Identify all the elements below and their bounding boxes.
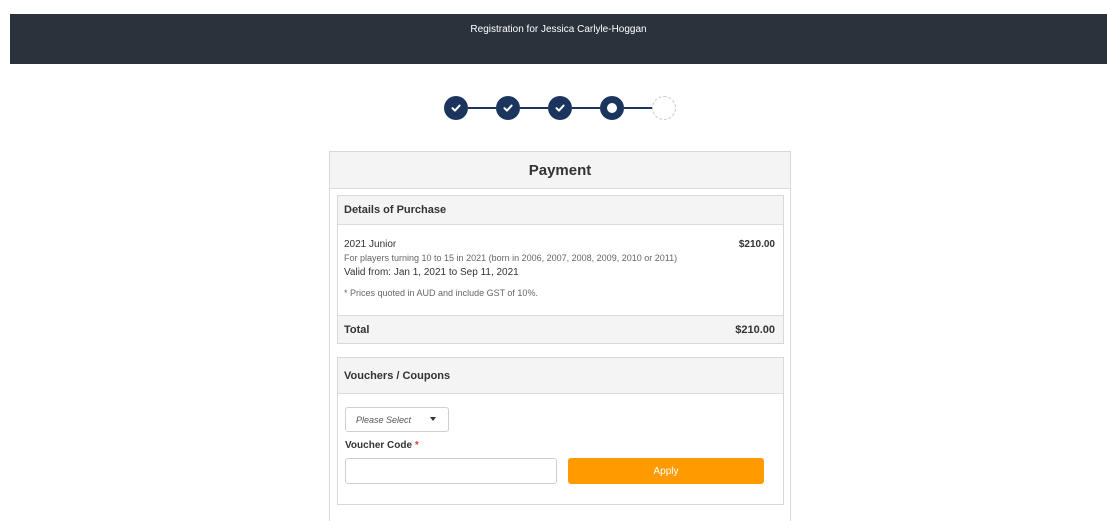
apply-button[interactable]: Apply <box>568 458 764 484</box>
check-icon <box>451 104 461 112</box>
current-step-dot-icon <box>607 103 617 113</box>
required-marker: * <box>414 440 419 451</box>
step-2-complete <box>496 96 520 120</box>
voucher-code-label-text: Voucher Code <box>345 440 413 451</box>
item-valid-dates: Valid from: Jan 1, 2021 to Sep 11, 2021 <box>344 267 519 278</box>
top-header-bar: Registration for Jessica Carlyle-Hoggan <box>10 14 1107 64</box>
item-description: For players turning 10 to 15 in 2021 (bo… <box>344 253 678 263</box>
vouchers-heading: Vouchers / Coupons <box>338 358 783 394</box>
step-5-pending <box>652 96 676 120</box>
step-connector <box>624 107 652 109</box>
step-connector <box>520 107 548 109</box>
voucher-code-label: Voucher Code * <box>345 440 419 451</box>
step-3-complete <box>548 96 572 120</box>
step-connector <box>468 107 496 109</box>
item-name: 2021 Junior <box>344 239 397 250</box>
total-label: Total <box>344 323 370 336</box>
payment-card: Payment Details of Purchase 2021 Junior … <box>329 151 791 521</box>
step-connector <box>572 107 600 109</box>
item-price: $210.00 <box>738 239 775 250</box>
step-1-complete <box>444 96 468 120</box>
check-icon <box>555 104 565 112</box>
check-icon <box>503 104 513 112</box>
payment-title: Payment <box>330 152 790 189</box>
voucher-type-select[interactable]: Please Select <box>345 407 449 432</box>
purchase-item: 2021 Junior $210.00 For players turning … <box>338 225 783 298</box>
purchase-details-panel: Details of Purchase 2021 Junior $210.00 … <box>337 195 784 344</box>
total-value: $210.00 <box>735 323 775 336</box>
voucher-type-select-value: Please Select <box>356 414 412 425</box>
total-row: Total $210.00 <box>338 315 783 343</box>
purchase-details-heading: Details of Purchase <box>338 196 783 225</box>
registration-title: Registration for Jessica Carlyle-Hoggan <box>470 23 647 35</box>
vouchers-panel: Vouchers / Coupons Please Select Voucher… <box>337 357 784 505</box>
voucher-code-input[interactable] <box>345 458 557 484</box>
price-note: * Prices quoted in AUD and include GST o… <box>344 288 538 298</box>
step-4-current <box>600 96 624 120</box>
progress-stepper <box>444 94 676 122</box>
caret-down-icon <box>430 417 436 421</box>
